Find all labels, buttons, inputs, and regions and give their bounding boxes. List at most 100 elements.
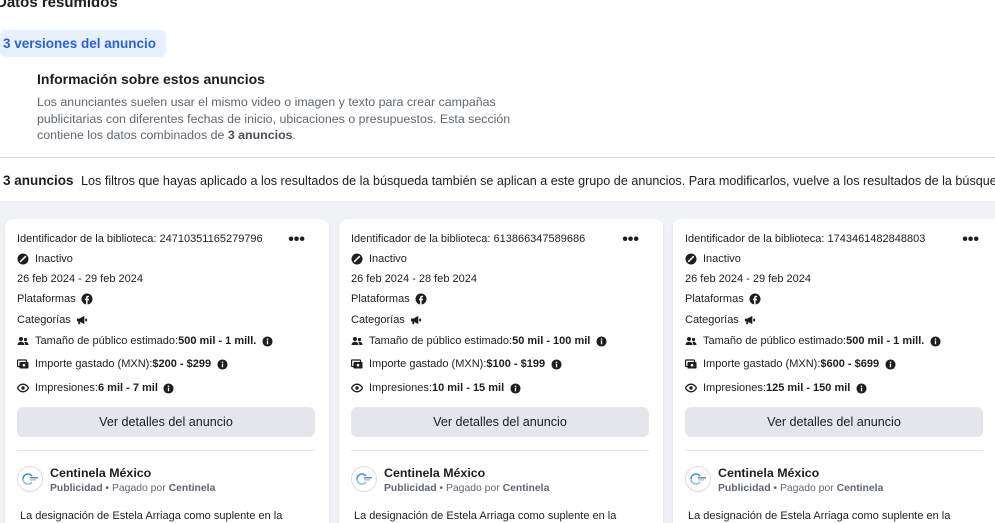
facebook-icon <box>749 293 761 305</box>
ad-body-text: La designación de Estela Arriaga como su… <box>688 510 951 522</box>
platforms-label: Plataformas <box>685 293 744 305</box>
inactive-status-icon <box>351 253 363 265</box>
card-divider <box>351 450 649 451</box>
categories-label: Categorías <box>17 314 71 326</box>
ad-body-text: La designación de Estela Arriaga como su… <box>354 510 617 522</box>
impressions-value: 10 mil - 15 mil <box>431 382 505 394</box>
categories-label: Categorías <box>351 314 405 326</box>
platforms-row: Plataformas <box>685 293 761 305</box>
categories-label: Categorías <box>685 314 739 326</box>
page-name[interactable]: Centinela México <box>50 466 151 480</box>
paid-by-name: Centinela <box>836 483 884 494</box>
inactive-status-icon <box>685 253 697 265</box>
spend-row: Importe gastado (MXN): $200 - $299 <box>17 358 228 370</box>
spend-row: Importe gastado (MXN): $100 - $199 <box>351 358 562 370</box>
info-body-end: . <box>292 128 296 142</box>
info-icon[interactable] <box>884 358 896 370</box>
info-icon[interactable] <box>509 382 521 394</box>
section-divider <box>0 157 995 158</box>
spend-label: Importe gastado (MXN): <box>703 358 821 370</box>
sponsor-line: Publicidad • Pagado por Centinela <box>50 483 215 494</box>
ad-body-text: La designación de Estela Arriaga como su… <box>20 510 283 522</box>
library-id: Identificador de la biblioteca: 17434614… <box>685 233 926 245</box>
inactive-status-icon <box>17 253 29 265</box>
results-note: Los filtros que hayas aplicado a los res… <box>81 174 995 188</box>
more-options-icon[interactable]: ••• <box>962 231 979 249</box>
info-icon[interactable] <box>261 335 273 347</box>
page-avatar[interactable] <box>17 466 43 492</box>
versions-tab[interactable]: 3 versiones del anuncio <box>0 30 167 57</box>
audience-value: 500 mil - 1 mill. <box>178 335 257 347</box>
audience-row: Tamaño de público estimado: 500 mil - 1 … <box>17 335 273 347</box>
spend-label: Importe gastado (MXN): <box>35 358 153 370</box>
impressions-label: Impresiones: <box>703 382 766 394</box>
sponsor-line: Publicidad • Pagado por Centinela <box>384 483 549 494</box>
impressions-value: 125 mil - 150 mil <box>765 382 851 394</box>
spend-value: $100 - $199 <box>486 358 546 370</box>
facebook-icon <box>415 293 427 305</box>
date-range: 26 feb 2024 - 29 feb 2024 <box>685 273 811 285</box>
status-text: Inactivo <box>369 253 407 265</box>
info-icon[interactable] <box>595 335 607 347</box>
library-id: Identificador de la biblioteca: 24710351… <box>17 233 263 245</box>
megaphone-icon <box>410 314 422 326</box>
categories-row: Categorías <box>351 314 422 326</box>
spend-value: $200 - $299 <box>152 358 212 370</box>
status-row: Inactivo <box>351 253 407 265</box>
results-summary: 3 anuncios Los filtros que hayas aplicad… <box>3 173 995 188</box>
more-options-icon[interactable]: ••• <box>288 231 305 249</box>
ad-card-2: Identificador de la biblioteca: 61386634… <box>339 219 663 523</box>
info-icon[interactable] <box>550 358 562 370</box>
facebook-icon <box>81 293 93 305</box>
impressions-value: 6 mil - 7 mil <box>97 382 158 394</box>
card-divider <box>17 450 315 451</box>
view-ad-details-button[interactable]: Ver detalles del anuncio <box>17 407 315 437</box>
info-icon[interactable] <box>929 335 941 347</box>
info-icon[interactable] <box>163 382 175 394</box>
audience-value: 50 mil - 100 mil <box>512 335 591 347</box>
section-title: Datos resumidos <box>0 0 118 11</box>
impressions-row: Impresiones: 6 mil - 7 mil <box>17 382 175 394</box>
impressions-label: Impresiones: <box>369 382 432 394</box>
people-icon <box>351 335 363 347</box>
audience-row: Tamaño de público estimado: 50 mil - 100… <box>351 335 607 347</box>
page-name[interactable]: Centinela México <box>718 466 819 480</box>
date-range: 26 feb 2024 - 28 feb 2024 <box>351 273 477 285</box>
paid-by-prefix: • Pagado por <box>436 483 503 494</box>
impressions-row: Impresiones: 10 mil - 15 mil <box>351 382 521 394</box>
info-body-count: 3 anuncios <box>227 128 293 142</box>
platforms-row: Plataformas <box>17 293 93 305</box>
status-row: Inactivo <box>685 253 741 265</box>
info-title: Información sobre estos anuncios <box>37 71 265 87</box>
platforms-row: Plataformas <box>351 293 427 305</box>
audience-label: Tamaño de público estimado: <box>369 335 513 347</box>
money-icon <box>685 358 697 370</box>
megaphone-icon <box>76 314 88 326</box>
status-row: Inactivo <box>17 253 73 265</box>
page-name[interactable]: Centinela México <box>384 466 485 480</box>
library-id: Identificador de la biblioteca: 61386634… <box>351 233 586 245</box>
page-avatar[interactable] <box>351 466 377 492</box>
audience-label: Tamaño de público estimado: <box>35 335 179 347</box>
audience-label: Tamaño de público estimado: <box>703 335 847 347</box>
paid-by-name: Centinela <box>168 483 216 494</box>
view-ad-details-button[interactable]: Ver detalles del anuncio <box>351 407 649 437</box>
paid-by-prefix: • Pagado por <box>102 483 169 494</box>
spend-value: $600 - $699 <box>820 358 880 370</box>
view-ad-details-button[interactable]: Ver detalles del anuncio <box>685 407 983 437</box>
ad-card-1: Identificador de la biblioteca: 24710351… <box>5 219 329 523</box>
megaphone-icon <box>744 314 756 326</box>
people-icon <box>17 335 29 347</box>
audience-value: 500 mil - 1 mill. <box>846 335 925 347</box>
more-options-icon[interactable]: ••• <box>622 231 639 249</box>
paid-by-prefix: • Pagado por <box>770 483 837 494</box>
eye-icon <box>685 382 697 394</box>
date-range: 26 feb 2024 - 29 feb 2024 <box>17 273 143 285</box>
paid-by-name: Centinela <box>502 483 550 494</box>
info-icon[interactable] <box>216 358 228 370</box>
results-count: 3 anuncios <box>3 173 74 188</box>
platforms-label: Plataformas <box>17 293 76 305</box>
info-icon[interactable] <box>855 382 867 394</box>
sponsored-label: Publicidad <box>384 483 437 494</box>
page-avatar[interactable] <box>685 466 711 492</box>
